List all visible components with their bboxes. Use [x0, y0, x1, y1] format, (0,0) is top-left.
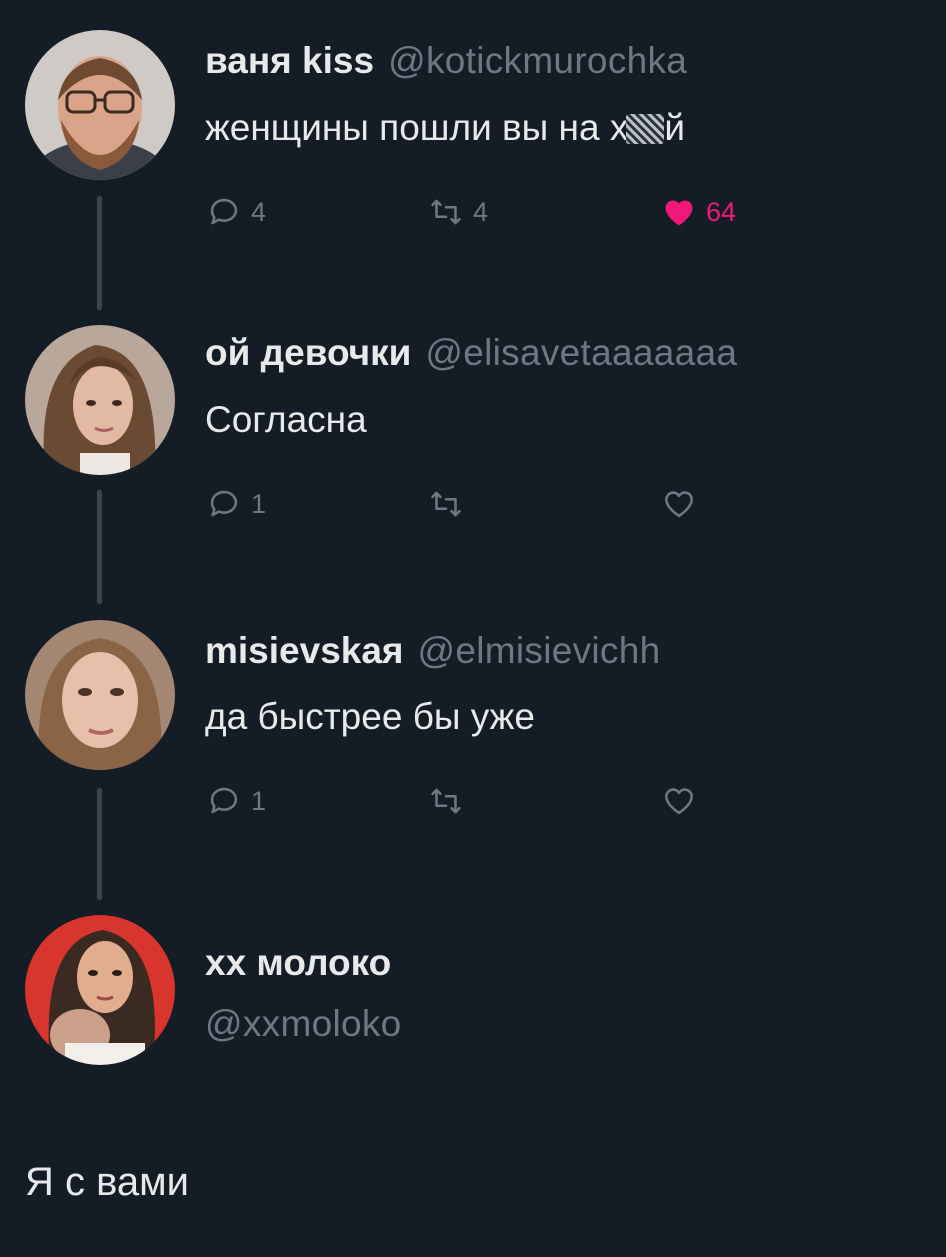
tweet-text: да быстрее бы уже: [205, 696, 536, 737]
composer-author-name: хх молоко: [205, 942, 392, 983]
avatar-woman-short-hair-icon: [25, 620, 175, 770]
heart-icon: [665, 788, 693, 815]
reply-bubble-icon: [210, 490, 238, 517]
author-name[interactable]: ой девочки: [205, 332, 411, 373]
avatar[interactable]: [25, 325, 175, 475]
tweet-actions: 1: [205, 781, 825, 821]
tweet-actions: 4 4 64: [205, 192, 825, 232]
tweet-thread: ваня kiss @kotickmurochka женщины пошли в…: [0, 0, 946, 1257]
author-handle[interactable]: @kotickmurochka: [388, 40, 687, 81]
composer-author-handle: @xxmoloko: [205, 1003, 402, 1044]
thread-connector: [97, 196, 102, 310]
reply-count: 1: [251, 785, 267, 816]
tweet-text: женщины пошли вы на х й: [205, 107, 685, 149]
thread-connector: [97, 788, 102, 900]
reply-button[interactable]: 1: [205, 781, 266, 821]
heart-icon: [665, 491, 693, 518]
retweet-icon: [431, 199, 461, 225]
tweet-text-body: женщины пошли вы на х: [205, 107, 629, 148]
author-name[interactable]: ваня kiss: [205, 40, 374, 81]
composer-author-name-row: хх молоко: [205, 942, 391, 984]
retweet-button[interactable]: 4: [427, 192, 488, 232]
tweet-actions: 1: [205, 484, 825, 524]
reply-bubble-icon: [210, 198, 238, 225]
thread-connector: [97, 490, 102, 604]
retweet-icon: [431, 788, 461, 814]
like-button[interactable]: [660, 781, 706, 821]
like-count: 64: [706, 196, 737, 227]
avatar-woman-long-hair-icon: [25, 325, 175, 475]
reply-button[interactable]: 1: [205, 484, 266, 524]
retweet-count: 4: [473, 196, 489, 227]
author-handle[interactable]: @elisavetaaaaaaa: [425, 332, 737, 373]
reply-count: 1: [251, 488, 267, 519]
author-row: misievskaя @elmisievichh: [205, 630, 661, 672]
avatar[interactable]: [25, 915, 175, 1065]
heart-icon: [665, 200, 693, 226]
reply-button[interactable]: 4: [205, 192, 266, 232]
tweet-text: Согласна: [205, 399, 367, 440]
author-row: ой девочки @elisavetaaaaaaa: [205, 332, 737, 374]
author-handle[interactable]: @elmisievichh: [418, 630, 661, 671]
reply-bubble-icon: [210, 787, 238, 814]
reply-text-input[interactable]: Я с вами: [25, 1160, 189, 1205]
author-row: ваня kiss @kotickmurochka: [205, 40, 687, 82]
avatar[interactable]: [25, 30, 175, 180]
censor-mark: [626, 114, 665, 144]
composer-author-handle-row: @xxmoloko: [205, 1003, 402, 1045]
retweet-icon: [431, 491, 461, 517]
retweet-button[interactable]: [427, 781, 473, 821]
avatar-woman-red-background-icon: [25, 915, 175, 1065]
reply-count: 4: [251, 196, 267, 227]
retweet-button[interactable]: [427, 484, 473, 524]
author-name[interactable]: misievskaя: [205, 630, 404, 671]
like-button[interactable]: 64: [660, 192, 736, 232]
avatar[interactable]: [25, 620, 175, 770]
tweet-text-tail: й: [664, 107, 686, 148]
like-button[interactable]: [660, 484, 706, 524]
avatar-bearded-man-icon: [25, 30, 175, 180]
